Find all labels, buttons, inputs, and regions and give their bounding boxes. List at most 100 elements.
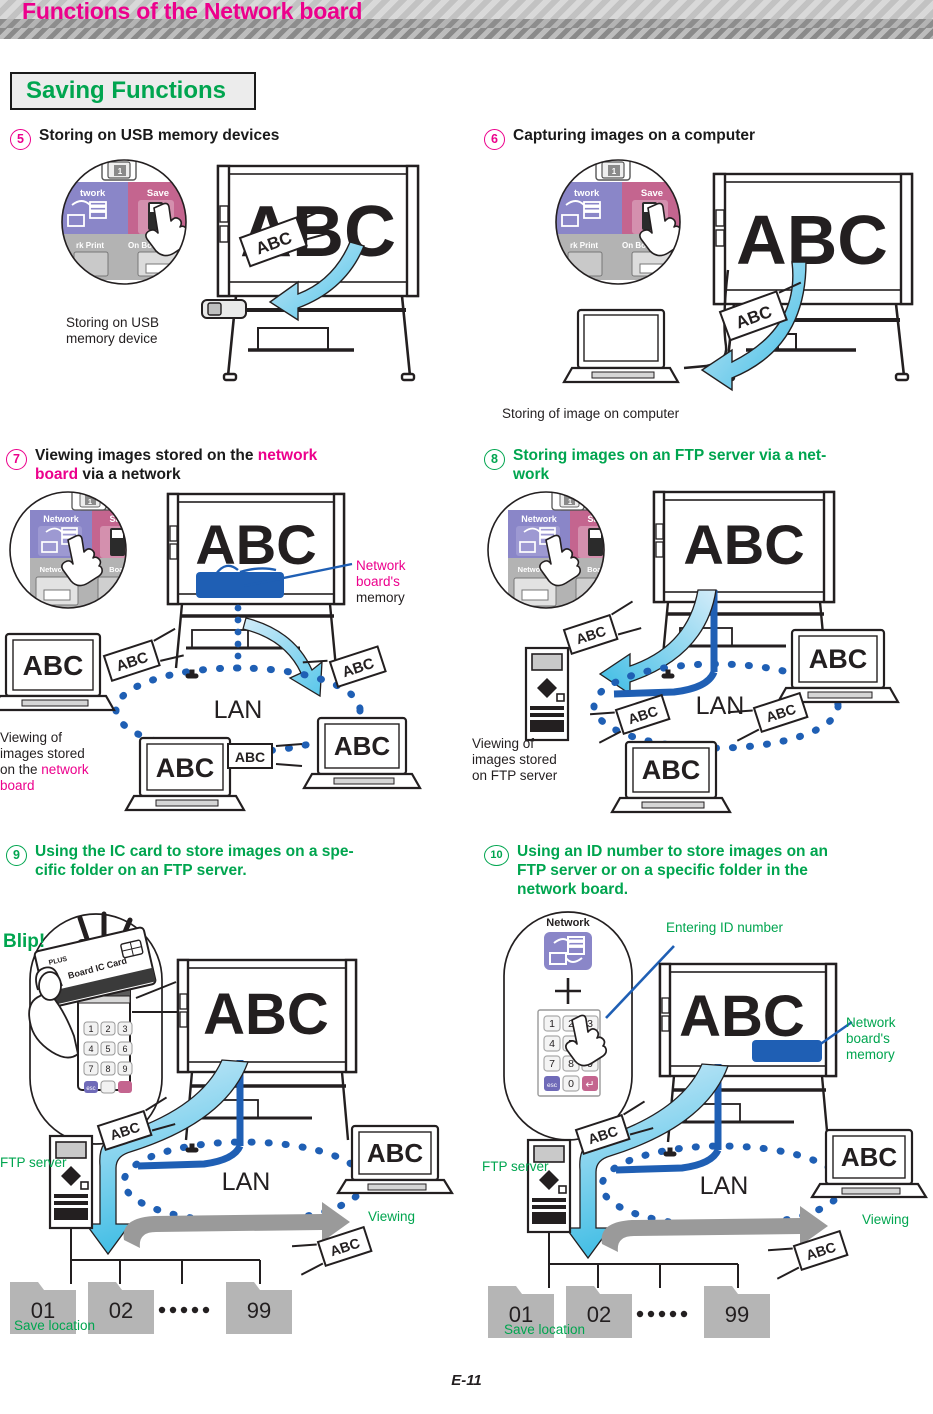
section-5-number: 5 <box>10 129 31 150</box>
s7-cap-l4: board <box>0 777 35 793</box>
section-7-heading: 7 Viewing images stored on the network b… <box>6 447 426 485</box>
svg-text:1: 1 <box>612 167 617 176</box>
svg-text:4: 4 <box>88 1044 93 1054</box>
svg-text:4: 4 <box>549 1038 555 1050</box>
svg-text:3: 3 <box>122 1024 127 1034</box>
section-10-ftp-label: FTP server <box>482 1159 549 1174</box>
section-8-title-line2: work <box>513 465 550 483</box>
svg-text:rk Print: rk Print <box>570 241 598 250</box>
folder: 99 <box>704 1286 770 1338</box>
svg-text:6: 6 <box>122 1044 127 1054</box>
svg-text:rk Print: rk Print <box>76 241 104 250</box>
section-7-caption: Viewing of images stored on the network … <box>0 730 89 794</box>
svg-text:ABC: ABC <box>679 984 805 1049</box>
svg-text:Save: Save <box>147 188 169 199</box>
network-icon-label: Network <box>546 917 590 929</box>
svg-text:ABC: ABC <box>203 982 329 1047</box>
svg-text:LAN: LAN <box>222 1168 271 1196</box>
section-9-number: 9 <box>6 845 27 866</box>
svg-text:Save: Save <box>641 188 663 199</box>
section-5-caption-line2: memory device <box>66 330 158 346</box>
banner-title: Functions of the Network board <box>22 0 363 24</box>
section-7-memory-callout: Network board's memory <box>356 558 406 607</box>
svg-text:99: 99 <box>247 1298 271 1323</box>
entering-id-label: Entering ID number <box>666 920 784 935</box>
section-5-caption-line1: Storing on USB <box>66 315 160 330</box>
svg-text:esc: esc <box>86 1086 95 1092</box>
svg-text:twork: twork <box>574 188 600 199</box>
s7-cap-l2: images stored <box>0 745 85 761</box>
svg-text:LAN: LAN <box>214 696 263 724</box>
ftp-server <box>524 646 570 742</box>
section-6-caption: Storing of image on computer <box>502 406 680 421</box>
svg-text:1: 1 <box>549 1018 555 1030</box>
section-10-illustration: Network 123 456 789 0 esc ↵ <box>466 900 933 1350</box>
svg-text:Board: Board <box>587 565 609 574</box>
section-10-number: 10 <box>484 845 509 866</box>
section-6-number: 6 <box>484 129 505 150</box>
s7-cap-l3a: on the <box>0 761 42 777</box>
section-9-illustration: 123 456 789 esc PLUS Board IC Card ABC L… <box>0 900 470 1350</box>
svg-text:Save: Save <box>587 514 608 524</box>
svg-text:esc: esc <box>547 1082 558 1089</box>
svg-text:ABC: ABC <box>841 1142 898 1172</box>
section-8-title-line1: Storing images on an FTP server via a ne… <box>513 447 827 464</box>
section-10-title-line2: FTP server or on a specific folder in th… <box>517 861 808 879</box>
section-9-viewing-label: Viewing <box>368 1209 416 1224</box>
s10-mem-l2: board's <box>846 1030 890 1046</box>
section-7-number: 7 <box>6 449 27 470</box>
svg-text:02: 02 <box>109 1298 133 1323</box>
section-10-heading: 10 Using an ID number to store images on… <box>484 843 924 900</box>
svg-text:ABC: ABC <box>736 201 888 279</box>
section-5-title: Storing on USB memory devices <box>39 127 280 144</box>
svg-text:Board: Board <box>109 565 131 574</box>
section-9-heading: 9 Using the IC card to store images on a… <box>6 843 436 881</box>
folder: 02 <box>88 1282 154 1334</box>
svg-text:ABC: ABC <box>642 755 701 785</box>
section-7-title-part4: via a network <box>78 465 181 483</box>
section-10-viewing-label: Viewing <box>862 1212 910 1227</box>
svg-text:ABC: ABC <box>683 513 804 576</box>
svg-text:ABC: ABC <box>156 753 215 783</box>
svg-text:ABC: ABC <box>367 1138 424 1168</box>
s8-cap-l3: on FTP server <box>472 767 558 783</box>
s7-cap-l1: Viewing of <box>0 730 63 745</box>
svg-text:1: 1 <box>88 497 92 506</box>
svg-text:8: 8 <box>105 1064 110 1074</box>
svg-text:1: 1 <box>118 167 123 176</box>
blip-label: Blip! <box>3 931 46 952</box>
s8-cap-l2: images stored <box>472 751 557 767</box>
page-footer: E-11 <box>451 1372 482 1389</box>
section-6-heading: 6 Capturing images on a computer <box>484 127 924 150</box>
s8-cap-l1: Viewing of <box>472 736 535 751</box>
ftp-server <box>48 1134 94 1230</box>
section-7-title-part3: board <box>35 465 79 483</box>
svg-text:5: 5 <box>105 1044 110 1054</box>
s10-mem-l3: memory <box>846 1046 895 1062</box>
svg-text:Save: Save <box>109 514 130 524</box>
s7-cap-l3b: network <box>41 761 89 777</box>
section-8-caption: Viewing of images stored on FTP server <box>472 736 557 784</box>
folder: 99 <box>226 1282 292 1334</box>
svg-text:99: 99 <box>725 1302 749 1327</box>
svg-text:9: 9 <box>122 1064 127 1074</box>
section-7-title-part2: network <box>257 447 318 464</box>
svg-text:ABC: ABC <box>235 749 265 765</box>
svg-text:2: 2 <box>105 1024 110 1034</box>
s10-mem-l1: Network <box>846 1015 896 1030</box>
section-7-title-part1: Viewing images stored on the <box>35 447 258 464</box>
svg-text:02: 02 <box>587 1302 611 1327</box>
banner-pattern-strip <box>0 28 933 39</box>
section-9-title-line1: Using the IC card to store images on a s… <box>35 843 354 860</box>
svg-text:↵: ↵ <box>585 1079 594 1091</box>
section-8-heading: 8 Storing images on an FTP server via a … <box>484 447 924 485</box>
section-10-title-line3: network board. <box>517 880 629 898</box>
callout-line-3: memory <box>356 590 405 606</box>
section-9-save-location-label: Save location <box>14 1318 96 1333</box>
svg-text:ABC: ABC <box>195 513 316 576</box>
saving-functions-box: Saving Functions <box>10 72 256 110</box>
section-9-title-line2: cific folder on an FTP server. <box>35 861 247 879</box>
section-6-illustration: 1 twork Save rk Print On Board ABC ABC <box>555 159 926 395</box>
section-9-ftp-label: FTP server <box>0 1155 67 1170</box>
section-5-illustration: 1 twork Save rk Print On Board ABC ABC <box>61 159 422 390</box>
